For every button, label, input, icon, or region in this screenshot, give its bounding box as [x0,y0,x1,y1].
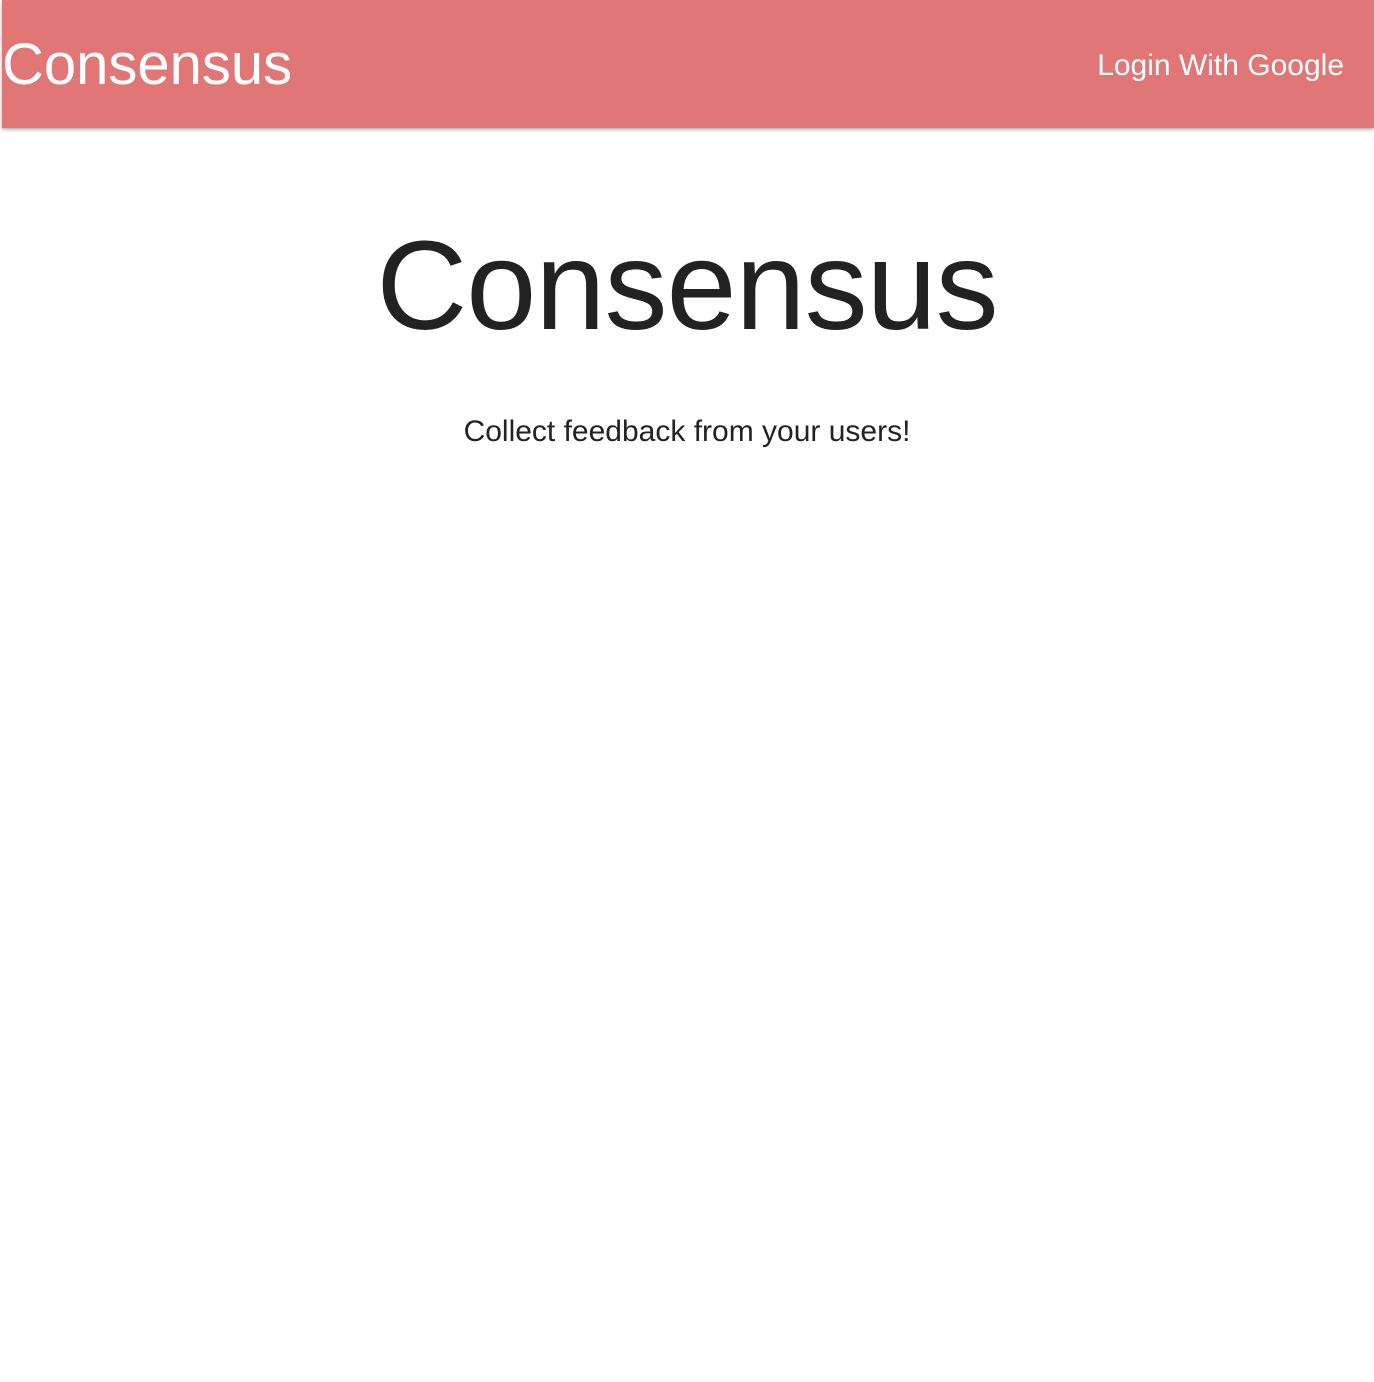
hero-section: Consensus Collect feedback from your use… [0,128,1374,450]
page-title: Consensus [0,128,1374,356]
brand-logo-link[interactable]: Consensus [2,30,292,100]
login-with-google-link[interactable]: Login With Google [1097,46,1344,86]
top-navbar: Consensus Login With Google [2,0,1374,128]
page-subtitle: Collect feedback from your users! [0,414,1374,450]
